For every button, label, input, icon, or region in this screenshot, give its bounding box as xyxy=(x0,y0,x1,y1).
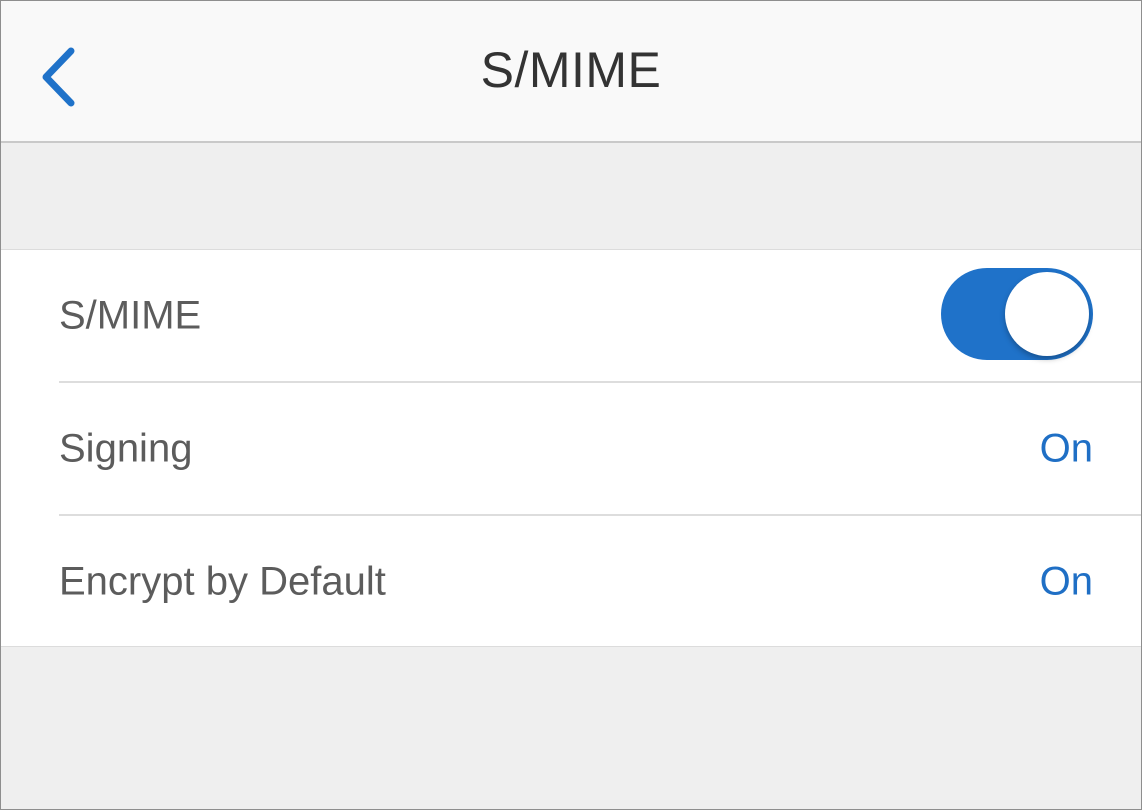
smime-settings-screen: S/MIME S/MIME Signing On Encrypt by Defa… xyxy=(0,0,1142,810)
signing-value[interactable]: On xyxy=(1040,427,1093,472)
toggle-knob xyxy=(1005,272,1089,356)
encrypt-by-default-row[interactable]: Encrypt by Default On xyxy=(1,516,1141,648)
encrypt-by-default-value[interactable]: On xyxy=(1040,560,1093,605)
navigation-bar: S/MIME xyxy=(1,1,1141,143)
smime-label: S/MIME xyxy=(59,293,202,338)
encrypt-by-default-label: Encrypt by Default xyxy=(59,559,386,604)
signing-row[interactable]: Signing On xyxy=(1,383,1141,515)
signing-label: Signing xyxy=(59,426,193,471)
smime-toggle[interactable] xyxy=(941,268,1093,360)
smime-row: S/MIME xyxy=(1,250,1141,382)
settings-list: S/MIME Signing On Encrypt by Default On xyxy=(1,249,1141,647)
page-title: S/MIME xyxy=(480,42,662,98)
